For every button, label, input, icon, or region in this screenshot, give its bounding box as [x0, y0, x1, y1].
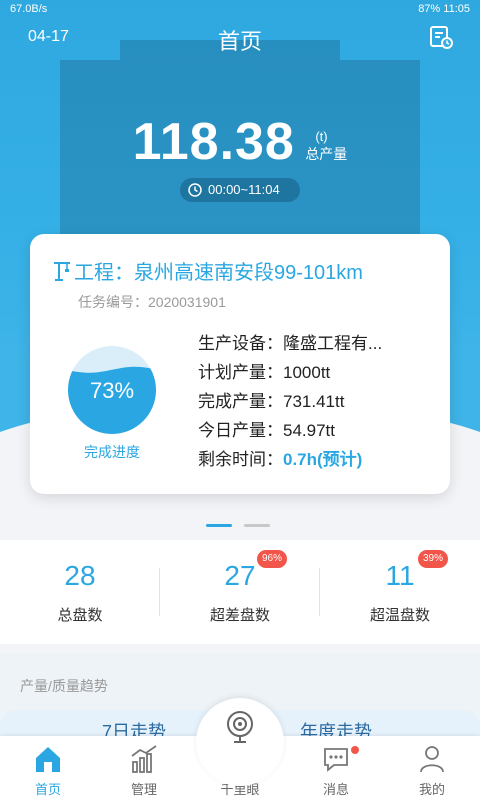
- time-range: 00:00~11:04: [208, 182, 280, 197]
- message-icon: [324, 748, 348, 772]
- total-output-value: 118.38: [132, 113, 295, 171]
- carousel-indicator: [206, 514, 282, 532]
- project-card[interactable]: 工程：泉州高速南安段99-101km 任务编号：2020031901 73% 完…: [30, 234, 450, 494]
- top-bar: 04-17 首页: [0, 20, 480, 56]
- stat-caption: 总盘数: [57, 607, 103, 624]
- project-title: 工程：泉州高速南安段99-101km: [74, 262, 363, 284]
- tab-manage[interactable]: 管理: [96, 736, 192, 800]
- progress-gauge: 73%: [68, 346, 156, 434]
- tab-label: 消息: [322, 782, 349, 797]
- tab-label: 管理: [130, 782, 157, 797]
- total-output-unit: (t): [315, 129, 328, 144]
- calendar-clock-icon[interactable]: [428, 24, 454, 50]
- stat-over-temperature[interactable]: 11 超温盘数 39%: [320, 540, 480, 644]
- stat-caption: 超温盘数: [369, 607, 430, 624]
- stat-caption: 超差盘数: [209, 607, 270, 624]
- stat-value: 11: [385, 560, 415, 591]
- home-icon: [36, 747, 60, 772]
- stats-panel: 28 总盘数 27 超差盘数 96% 11 超温盘数 39%: [0, 540, 480, 644]
- user-icon: [420, 746, 444, 773]
- project-info: 生产设备：隆盛工程有... 计划产量：1000tt 完成产量：731.41tt …: [198, 329, 382, 474]
- stat-over-tolerance[interactable]: 27 超差盘数 96%: [160, 540, 320, 644]
- info-row-remaining: 剩余时间：0.7h(预计): [198, 450, 363, 469]
- crane-icon: [54, 262, 70, 281]
- tab-label: 我的: [418, 782, 445, 797]
- section-heading: 产量/质量趋势: [20, 678, 108, 694]
- tab-profile[interactable]: 我的: [384, 736, 480, 800]
- stat-total-batches[interactable]: 28 总盘数: [0, 540, 160, 644]
- stat-value: 28: [64, 560, 96, 591]
- battery-level: 87%: [418, 3, 441, 15]
- status-right: 87% 11:05: [418, 3, 470, 15]
- chart-icon: [131, 745, 157, 773]
- unread-dot: [351, 746, 359, 754]
- progress-label: 完成进度: [84, 444, 140, 460]
- page-title: 首页: [217, 29, 262, 54]
- info-row-completed: 完成产量：731.41tt: [198, 392, 345, 411]
- time-range-pill: 00:00~11:04: [180, 178, 300, 202]
- total-output: 118.38 (t) 总产量: [0, 112, 480, 172]
- carousel-dot[interactable]: [244, 524, 270, 527]
- task-number: 任务编号：2020031901: [78, 294, 226, 310]
- surveillance-camera-button[interactable]: [196, 698, 284, 786]
- clock-icon: [188, 183, 202, 197]
- tab-messages[interactable]: 消息: [288, 736, 384, 800]
- carousel-dot-active[interactable]: [206, 524, 232, 527]
- network-speed: 67.0B/s: [10, 3, 48, 15]
- info-row-planned: 计划产量：1000tt: [198, 363, 331, 382]
- tab-label: 首页: [34, 782, 61, 797]
- camera-icon: [227, 711, 253, 743]
- tab-home[interactable]: 首页: [0, 736, 96, 800]
- project-title-row: 工程：泉州高速南安段99-101km: [52, 256, 363, 285]
- clock: 11:05: [443, 3, 470, 15]
- info-row-device: 生产设备：隆盛工程有...: [198, 334, 383, 353]
- total-output-label: 总产量: [305, 146, 348, 162]
- info-row-today: 今日产量：54.97tt: [198, 421, 335, 440]
- status-bar: 67.0B/s 87% 11:05: [0, 0, 480, 20]
- percent-badge: 39%: [418, 550, 448, 568]
- stat-value: 27: [224, 560, 256, 591]
- percent-badge: 96%: [257, 550, 287, 568]
- progress-percent: 73%: [90, 378, 134, 403]
